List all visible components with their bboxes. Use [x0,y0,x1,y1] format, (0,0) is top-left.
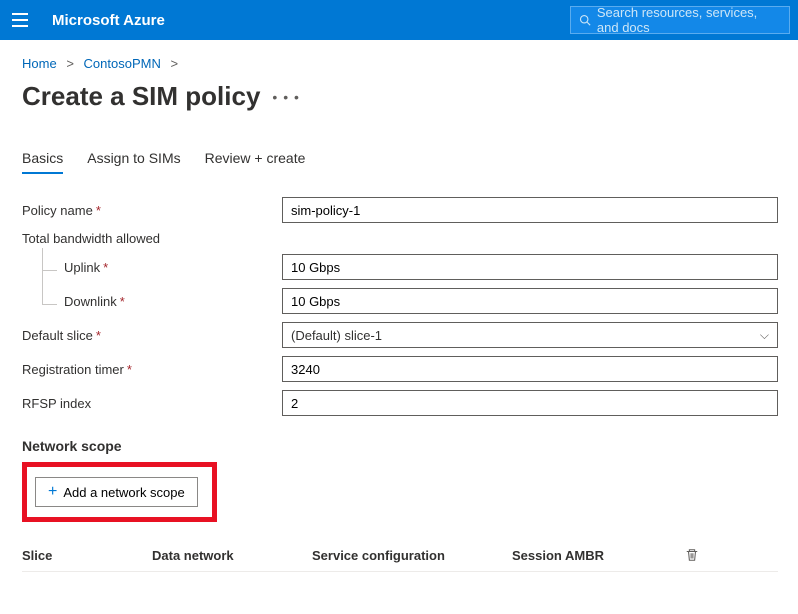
downlink-input[interactable] [282,288,778,314]
page-title: Create a SIM policy [22,81,260,112]
registration-timer-input[interactable] [282,356,778,382]
brand-label: Microsoft Azure [52,12,165,29]
uplink-input[interactable] [282,254,778,280]
breadcrumb-home[interactable]: Home [22,56,57,71]
search-icon [579,13,591,27]
uplink-label: Uplink* [22,260,282,275]
network-scope-table-header: Slice Data network Service configuration… [22,542,778,572]
highlight-annotation: + Add a network scope [22,462,217,522]
plus-icon: + [48,484,57,500]
registration-timer-label: Registration timer* [22,362,282,377]
network-scope-section-title: Network scope [22,438,778,454]
default-slice-value: (Default) slice-1 [291,328,382,343]
column-service-configuration: Service configuration [312,548,512,565]
default-slice-label: Default slice* [22,328,282,343]
chevron-right-icon: > [170,56,178,71]
chevron-right-icon: > [66,56,74,71]
column-slice: Slice [22,548,152,565]
search-placeholder: Search resources, services, and docs [597,5,781,35]
more-actions-icon[interactable]: • • • [272,89,299,105]
breadcrumb-parent[interactable]: ContosoPMN [84,56,161,71]
delete-all-icon[interactable] [672,548,712,565]
default-slice-select[interactable]: (Default) slice-1 ⌵ [282,322,778,348]
policy-name-input[interactable] [282,197,778,223]
policy-name-label: Policy name* [22,203,282,218]
hamburger-menu-icon[interactable] [8,8,32,32]
column-data-network: Data network [152,548,312,565]
rfsp-index-input[interactable] [282,390,778,416]
tab-bar: Basics Assign to SIMs Review + create [22,144,778,175]
add-network-scope-label: Add a network scope [63,485,184,500]
downlink-label: Downlink* [22,294,282,309]
add-network-scope-button[interactable]: + Add a network scope [35,477,198,507]
rfsp-index-label: RFSP index [22,396,282,411]
column-session-ambr: Session AMBR [512,548,672,565]
global-search-input[interactable]: Search resources, services, and docs [570,6,790,34]
tab-assign-to-sims[interactable]: Assign to SIMs [87,144,180,174]
tab-review-create[interactable]: Review + create [205,144,306,174]
tab-basics[interactable]: Basics [22,144,63,174]
total-bandwidth-label: Total bandwidth allowed [22,231,778,246]
breadcrumb: Home > ContosoPMN > [22,56,778,71]
chevron-down-icon: ⌵ [760,328,769,343]
